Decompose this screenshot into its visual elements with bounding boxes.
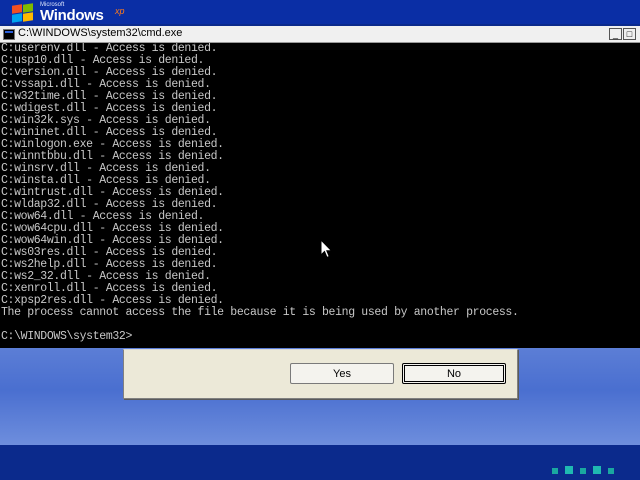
confirm-dialog: Yes No	[123, 349, 518, 399]
window-title: C:\WINDOWS\system32\cmd.exe	[18, 27, 183, 39]
console-line: The process cannot access the file becau…	[1, 306, 519, 319]
tray-dot	[565, 466, 573, 474]
yes-button[interactable]: Yes	[290, 363, 394, 384]
cmd-icon	[3, 29, 15, 40]
tray-dot	[580, 468, 586, 474]
no-button[interactable]: No	[402, 363, 506, 384]
logo-xp-text: xp	[115, 6, 125, 16]
tray-indicator	[552, 461, 621, 474]
window-titlebar[interactable]: C:\WINDOWS\system32\cmd.exe _ □	[0, 26, 640, 43]
tray-dot	[552, 468, 558, 474]
tray-dot	[593, 466, 601, 474]
console-line: C:\WINDOWS\system32>	[1, 330, 133, 343]
windows-flag-icon	[12, 3, 34, 23]
restore-button[interactable]: □	[623, 28, 636, 40]
tray-dot	[608, 468, 614, 474]
console-output[interactable]: C:userenv.dll - Access is denied. C:usp10…	[0, 43, 640, 348]
mouse-pointer-icon	[320, 239, 333, 259]
logo-windows-text: Windows	[40, 7, 104, 24]
desktop-bottom-band	[0, 445, 640, 480]
cmd-window[interactable]: C:\WINDOWS\system32\cmd.exe _ □ C:useren…	[0, 26, 640, 348]
minimize-button[interactable]: _	[609, 28, 622, 40]
